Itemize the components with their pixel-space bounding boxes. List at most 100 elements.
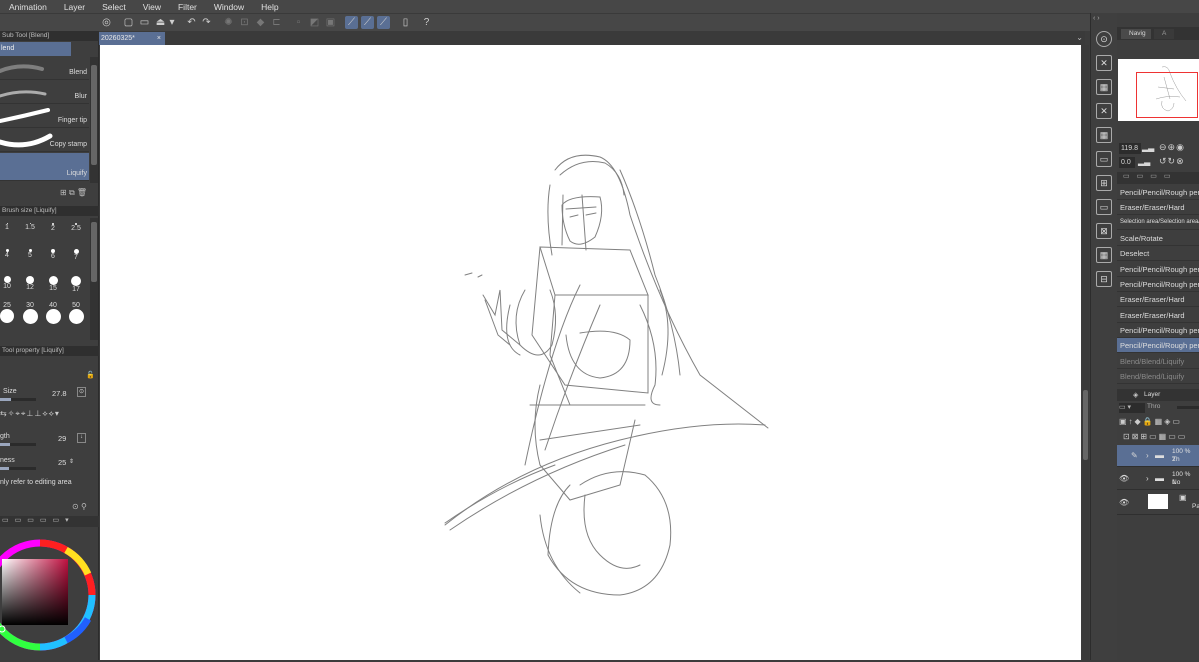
menu-window[interactable]: Window: [205, 2, 252, 12]
size-pressure-icon[interactable]: ⊙: [77, 387, 86, 397]
size-slider[interactable]: [0, 398, 36, 401]
brush-size-15[interactable]: 15: [42, 276, 64, 292]
layer-row-folder-1[interactable]: 👁 › ▬ 100 % No 1: [1117, 468, 1199, 490]
rotate-right-icon[interactable]: ↻: [1168, 156, 1177, 166]
history-item[interactable]: Eraser/Eraser/Hard: [1117, 308, 1199, 323]
save-dropdown-icon[interactable]: ▾: [168, 16, 176, 29]
transform-icon[interactable]: ⊡: [238, 16, 251, 29]
hardness-spinner-icon[interactable]: ⇕: [69, 458, 74, 465]
panel-icon-6[interactable]: ⊞: [1096, 175, 1112, 191]
deselect-icon[interactable]: ▫: [292, 16, 305, 29]
brush-size-scrollbar[interactable]: [90, 218, 98, 340]
tab-navigator[interactable]: Navig: [1121, 29, 1151, 39]
zoom-in-icon[interactable]: ⊕: [1168, 142, 1177, 152]
layer-toolbar-row2[interactable]: ⊡⊠⊞▭▦▭▭: [1123, 432, 1187, 441]
layer-toolbar-row1[interactable]: ▣↑◆🔒▦◈▭: [1119, 417, 1182, 426]
history-item[interactable]: Blend/Blend/Liquify: [1117, 354, 1199, 369]
brush-size-6[interactable]: 6: [42, 249, 64, 265]
blend-mode-select[interactable]: Thro: [1147, 403, 1167, 413]
history-tab-bar[interactable]: ▭▭▭▭: [1117, 172, 1199, 184]
layer-row-folder-2[interactable]: ✎ › ▬ 100 % Th 2: [1117, 445, 1199, 467]
brush-size-4[interactable]: 4: [0, 249, 18, 265]
zoom-slider-icon[interactable]: ▂▃: [1142, 143, 1158, 154]
drawing-canvas[interactable]: [100, 45, 1081, 660]
history-item[interactable]: Pencil/Pencil/Rough pencil: [1117, 262, 1199, 277]
brush-size-1[interactable]: 1: [0, 220, 18, 236]
menu-filter[interactable]: Filter: [169, 2, 205, 12]
panel-icon-10[interactable]: ⊟: [1096, 271, 1112, 287]
clip-studio-icon[interactable]: ◎: [100, 16, 113, 29]
brush-size-1-5[interactable]: 1.5: [19, 220, 41, 236]
panel-icon-9[interactable]: ▦: [1096, 247, 1112, 263]
navigator-view-frame[interactable]: [1136, 72, 1198, 118]
history-item[interactable]: Eraser/Eraser/Hard: [1117, 292, 1199, 307]
save-icon[interactable]: ⏏: [154, 16, 167, 29]
sub-tool-scrollbar[interactable]: [90, 57, 98, 183]
history-item[interactable]: Eraser/Eraser/Hard: [1117, 200, 1199, 215]
undo-icon[interactable]: ↶: [185, 16, 198, 29]
help-icon[interactable]: ?: [420, 16, 433, 29]
settings-icon[interactable]: ⚲: [81, 502, 87, 511]
tab-second[interactable]: A: [1154, 29, 1174, 39]
visibility-eye-icon[interactable]: 👁: [1119, 474, 1129, 483]
panel-icon-5[interactable]: ▭: [1096, 151, 1112, 167]
snap-to-special-ruler-icon[interactable]: ⟋: [361, 16, 374, 29]
panel-icon-4[interactable]: ▦: [1096, 127, 1112, 143]
add-sub-tool-icon[interactable]: ⊞: [60, 188, 67, 197]
color-panel-tabs[interactable]: ▭▭▭▭▭▾: [0, 516, 99, 527]
reset-rotation-icon[interactable]: ⊗: [1176, 156, 1185, 166]
snap-to-grid-icon[interactable]: ⟋: [377, 16, 390, 29]
panel-icon-7[interactable]: ▭: [1096, 199, 1112, 215]
history-item[interactable]: Selection area/Selection area/Rectangle: [1117, 215, 1199, 230]
color-wheel[interactable]: [0, 529, 99, 660]
menu-view[interactable]: View: [134, 2, 169, 12]
history-item-selected[interactable]: Pencil/Pencil/Rough pencil: [1117, 338, 1199, 353]
brush-size-5[interactable]: 5: [19, 249, 41, 265]
brush-size-25[interactable]: 25: [0, 302, 18, 323]
redo-icon[interactable]: ↷: [200, 16, 213, 29]
brush-size-12[interactable]: 12: [19, 276, 41, 292]
history-item[interactable]: Blend/Blend/Liquify: [1117, 369, 1199, 384]
new-file-icon[interactable]: ▢: [122, 16, 135, 29]
close-document-icon[interactable]: ×: [157, 32, 161, 45]
hardness-value[interactable]: 25: [58, 458, 66, 467]
size-value[interactable]: 27.8: [52, 389, 67, 398]
opacity-slider[interactable]: [1177, 406, 1199, 409]
zoom-out-icon[interactable]: ⊖: [1159, 142, 1168, 152]
brush-item-finger-tip[interactable]: Finger tip: [0, 105, 89, 128]
duplicate-sub-tool-icon[interactable]: ⧉: [69, 188, 75, 197]
collapse-panel-icon[interactable]: ‹ ›: [1093, 15, 1100, 22]
brush-size-2[interactable]: 2: [42, 220, 64, 236]
reset-icon[interactable]: ⊙: [72, 502, 79, 511]
brush-item-blend[interactable]: Blend: [0, 57, 89, 80]
zoom-value[interactable]: 119.8: [1119, 143, 1141, 154]
snap-to-ruler-icon[interactable]: ⟋: [345, 16, 358, 29]
brush-item-liquify[interactable]: Liquify: [0, 153, 89, 181]
liquify-mode-icons[interactable]: ⇆✧⌖⌖⊥⊥⟡⟡▾: [0, 409, 88, 421]
tab-list-chevron-icon[interactable]: ⌄: [1076, 33, 1083, 42]
expand-chevron-icon[interactable]: ›: [1146, 451, 1149, 460]
open-folder-icon[interactable]: ▭: [138, 16, 151, 29]
tablet-icon[interactable]: ▯: [399, 16, 412, 29]
strength-value[interactable]: 29: [58, 434, 66, 443]
fill-icon[interactable]: ◆: [254, 16, 267, 29]
strength-pressure-icon[interactable]: ↓: [77, 433, 86, 443]
tab-layer[interactable]: Layer: [1144, 391, 1160, 398]
brush-size-2-5[interactable]: 2.5: [65, 220, 87, 236]
document-tab[interactable]: 20260325* ×: [99, 32, 165, 45]
invert-selection-icon[interactable]: ◩: [308, 16, 321, 29]
palette-icon[interactable]: ✕: [1096, 55, 1112, 71]
brush-size-30[interactable]: 30: [19, 302, 41, 324]
history-item[interactable]: Scale/Rotate: [1117, 231, 1199, 246]
refer-editing-area-checkbox[interactable]: nly refer to editing area: [0, 479, 72, 486]
sub-tool-group-tab[interactable]: lend: [0, 42, 71, 56]
search-icon[interactable]: ⊙: [1096, 31, 1112, 47]
angle-value[interactable]: 0.0: [1119, 157, 1135, 168]
history-item[interactable]: Pencil/Pencil/Rough pencil: [1117, 277, 1199, 292]
crop-icon[interactable]: ⊏: [270, 16, 283, 29]
show-selection-icon[interactable]: ▣: [324, 16, 337, 29]
menu-animation[interactable]: Animation: [0, 2, 55, 12]
layer-color-toggle[interactable]: ▭ ▾: [1119, 403, 1145, 413]
history-item[interactable]: Deselect: [1117, 246, 1199, 261]
rotate-left-icon[interactable]: ↺: [1159, 156, 1168, 166]
